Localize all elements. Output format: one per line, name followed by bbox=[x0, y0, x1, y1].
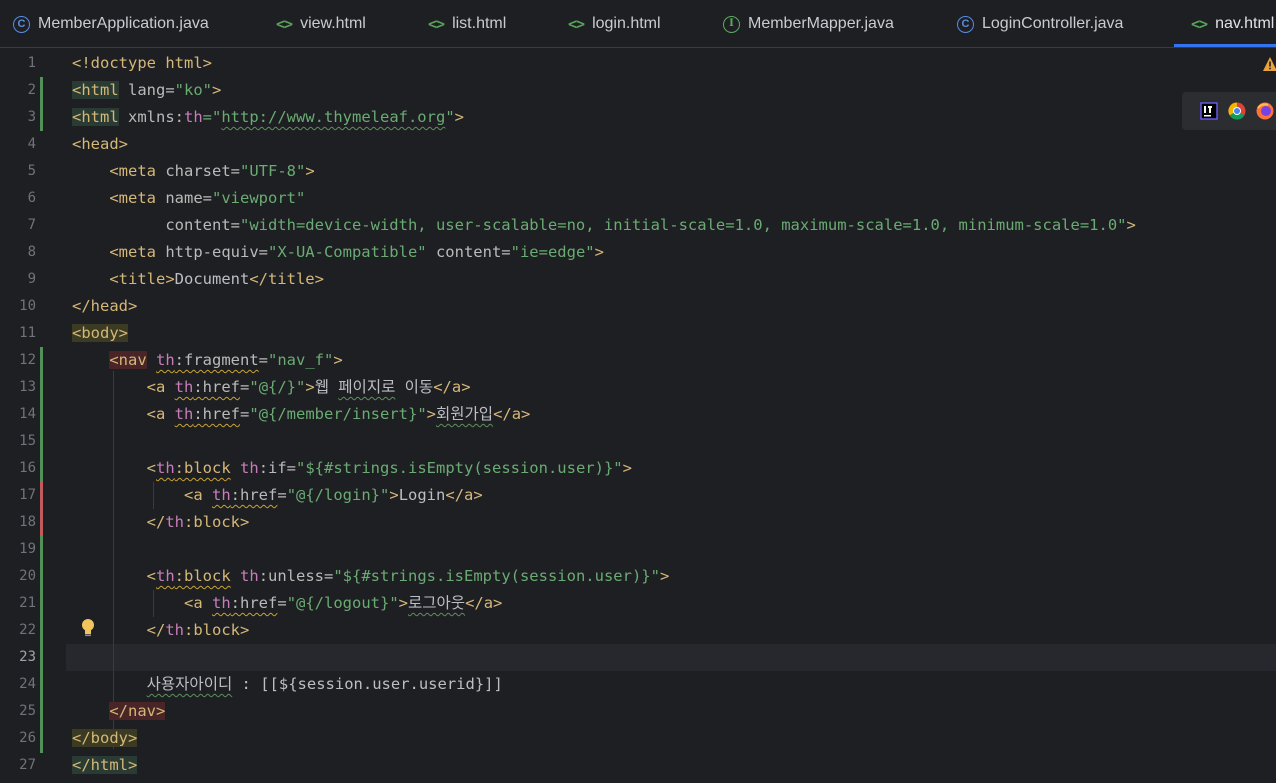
line-number: 20 bbox=[19, 568, 36, 584]
tab-label: nav.html bbox=[1215, 15, 1275, 32]
tab-label: list.html bbox=[452, 15, 507, 32]
code-line-1: <!doctype html> bbox=[72, 54, 212, 72]
browser-preview-toolbar bbox=[1182, 92, 1276, 130]
code-line-2: <html lang="ko"> bbox=[72, 81, 222, 99]
warning-icon[interactable] bbox=[1262, 56, 1276, 76]
line-number-current: 23 bbox=[19, 649, 36, 665]
line-number: 18 bbox=[19, 514, 36, 530]
tab-label: LoginController.java bbox=[982, 15, 1124, 32]
lightbulb-icon[interactable] bbox=[80, 618, 96, 642]
code-line-18: </th:block> bbox=[72, 513, 250, 531]
code-line-26: </body> bbox=[72, 729, 138, 747]
tab-member-application-java[interactable]: C MemberApplication.java bbox=[13, 0, 209, 47]
line-number: 17 bbox=[19, 487, 36, 503]
line-number: 15 bbox=[19, 433, 36, 449]
line-number: 1 bbox=[27, 55, 36, 71]
java-class-icon: C bbox=[957, 15, 974, 33]
code-line-3: <html xmlns:th="http://www.thymeleaf.org… bbox=[72, 108, 464, 126]
line-number: 3 bbox=[27, 109, 36, 125]
code-line-10: </head> bbox=[72, 297, 138, 315]
code-line-27: </html> bbox=[72, 756, 138, 774]
line-number: 9 bbox=[27, 271, 36, 287]
line-number: 10 bbox=[19, 298, 36, 314]
line-number: 16 bbox=[19, 460, 36, 476]
tab-nav-html[interactable]: <> nav.html bbox=[1191, 0, 1275, 47]
line-number: 25 bbox=[19, 703, 36, 719]
html-file-icon: <> bbox=[428, 15, 445, 33]
code-line-25: </nav> bbox=[109, 702, 166, 720]
code-line-11: <body> bbox=[72, 324, 128, 342]
tab-member-mapper-java[interactable]: I MemberMapper.java bbox=[723, 0, 894, 47]
chrome-icon[interactable] bbox=[1228, 102, 1246, 120]
line-number: 12 bbox=[19, 352, 36, 368]
code-line-9: <title>Document</title> bbox=[72, 270, 324, 288]
line-number: 13 bbox=[19, 379, 36, 395]
code-line-24: 사용자아이디 : [[${session.user.userid}]] bbox=[146, 675, 503, 693]
line-number: 22 bbox=[19, 622, 36, 638]
code-line-20: <th:block th:unless="${#strings.isEmpty(… bbox=[72, 567, 670, 585]
line-number: 4 bbox=[27, 136, 36, 152]
line-number: 8 bbox=[27, 244, 36, 260]
line-number: 2 bbox=[27, 82, 36, 98]
java-interface-icon: I bbox=[723, 15, 740, 33]
html-file-icon: <> bbox=[568, 15, 585, 33]
tab-label: view.html bbox=[300, 15, 366, 32]
tab-label: login.html bbox=[592, 15, 661, 32]
code-editor[interactable]: <!doctype html> <html lang="ko"> <html x… bbox=[66, 50, 1276, 783]
code-line-7: content="width=device-width, user-scalab… bbox=[72, 216, 1136, 234]
tab-label: MemberMapper.java bbox=[748, 15, 894, 32]
line-number: 21 bbox=[19, 595, 36, 611]
code-line-5: <meta charset="UTF-8"> bbox=[72, 162, 315, 180]
tab-login-controller-java[interactable]: C LoginController.java bbox=[957, 0, 1124, 47]
html-file-icon: <> bbox=[276, 15, 293, 33]
html-file-icon: <> bbox=[1191, 15, 1208, 33]
tab-login-html[interactable]: <> login.html bbox=[568, 0, 661, 47]
code-line-6: <meta name="viewport" bbox=[72, 189, 306, 207]
tab-view-html[interactable]: <> view.html bbox=[276, 0, 366, 47]
line-number: 7 bbox=[27, 217, 36, 233]
line-number: 6 bbox=[27, 190, 36, 206]
line-number: 24 bbox=[19, 676, 36, 692]
tab-label: MemberApplication.java bbox=[38, 15, 209, 32]
line-number-gutter[interactable]: 1 2 3 4 5 6 7 8 9 10 11 12 13 14 15 16 1… bbox=[0, 50, 66, 783]
active-tab-indicator bbox=[1174, 44, 1276, 47]
intellij-preview-icon[interactable] bbox=[1200, 102, 1218, 120]
line-number: 14 bbox=[19, 406, 36, 422]
line-number: 5 bbox=[27, 163, 36, 179]
line-number: 11 bbox=[19, 325, 36, 341]
line-number: 26 bbox=[19, 730, 36, 746]
code-line-8: <meta http-equiv="X-UA-Compatible" conte… bbox=[72, 243, 604, 261]
firefox-icon[interactable] bbox=[1256, 102, 1274, 120]
vcs-added-marker[interactable] bbox=[40, 77, 43, 131]
current-line-highlight bbox=[66, 644, 1276, 671]
line-number: 19 bbox=[19, 541, 36, 557]
code-line-16: <th:block th:if="${#strings.isEmpty(sess… bbox=[72, 459, 632, 477]
code-line-17: <a th:href="@{/login}">Login</a> bbox=[72, 486, 483, 504]
vcs-modified-marker[interactable] bbox=[40, 482, 43, 536]
code-line-21: <a th:href="@{/logout}">로그아웃</a> bbox=[72, 594, 503, 612]
code-line-4: <head> bbox=[72, 135, 128, 153]
line-number: 27 bbox=[19, 757, 36, 773]
java-class-icon: C bbox=[13, 15, 30, 33]
editor-tab-bar: C MemberApplication.java <> view.html <>… bbox=[0, 0, 1276, 48]
code-line-22: </th:block> bbox=[72, 621, 250, 639]
code-line-14: <a th:href="@{/member/insert}">회원가입</a> bbox=[72, 405, 531, 423]
code-line-12: <nav th:fragment="nav_f"> bbox=[109, 351, 343, 369]
vcs-added-marker[interactable] bbox=[40, 347, 43, 753]
tab-list-html[interactable]: <> list.html bbox=[428, 0, 507, 47]
code-line-13: <a th:href="@{/}">웹 페이지로 이동</a> bbox=[72, 378, 471, 396]
